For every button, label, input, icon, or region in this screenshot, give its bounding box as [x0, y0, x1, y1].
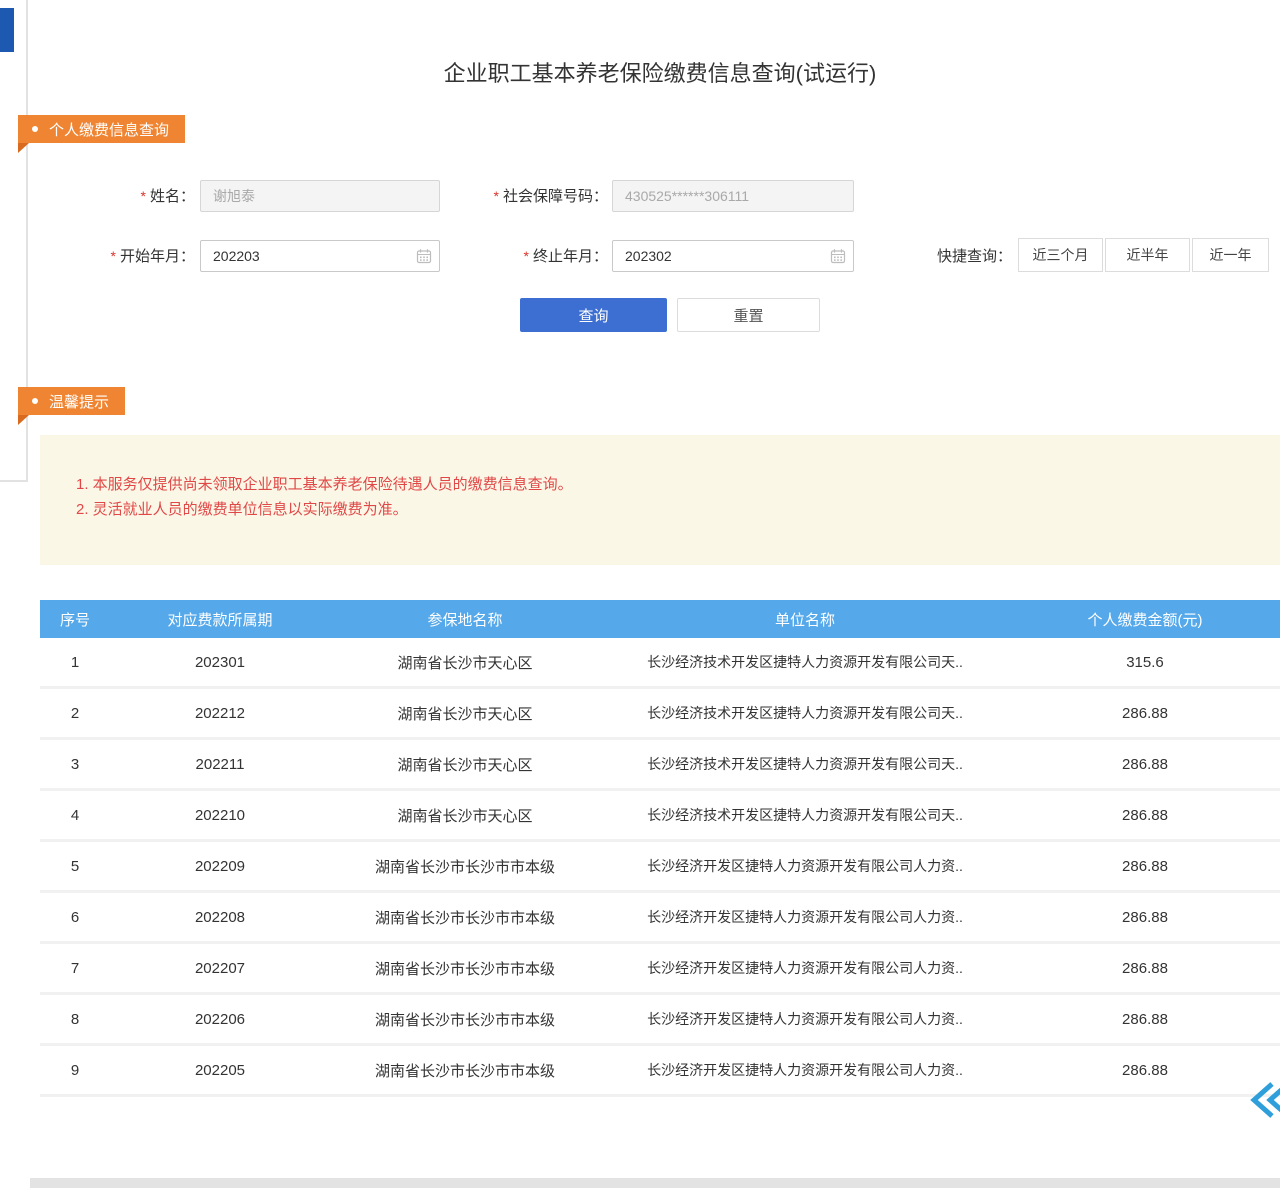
cell-region: 湖南省长沙市天心区	[330, 740, 600, 788]
start-month-input[interactable]	[200, 240, 440, 272]
table-row: 1 202301 湖南省长沙市天心区 长沙经济技术开发区捷特人力资源开发有限公司…	[40, 638, 1280, 689]
cell-amount: 286.88	[1010, 944, 1280, 992]
left-edge-blue-tab[interactable]	[0, 8, 14, 52]
section-badge-label: 温馨提示	[49, 391, 109, 412]
required-asterisk: *	[524, 248, 529, 264]
payment-table: 序号 对应费款所属期 参保地名称 单位名称 个人缴费金额(元) 1 202301…	[40, 600, 1280, 1097]
cell-seq: 6	[40, 893, 110, 941]
col-header-employer: 单位名称	[600, 600, 1010, 638]
section-badge-tips: 温馨提示	[18, 387, 125, 415]
section-badge-personal-query: 个人缴费信息查询	[18, 115, 185, 143]
start-month-label: *开始年月：	[78, 240, 195, 272]
name-input	[200, 180, 440, 212]
cell-region: 湖南省长沙市长沙市市本级	[330, 893, 600, 941]
cell-seq: 3	[40, 740, 110, 788]
cell-region: 湖南省长沙市天心区	[330, 638, 600, 686]
cell-period: 202212	[110, 689, 330, 737]
quick-btn-last-year[interactable]: 近一年	[1192, 238, 1269, 272]
reset-button[interactable]: 重置	[677, 298, 820, 332]
ssn-label: *社会保障号码：	[450, 180, 608, 212]
page-title: 企业职工基本养老保险缴费信息查询(试运行)	[40, 56, 1280, 88]
bullet-dot-icon	[32, 398, 38, 404]
cell-employer: 长沙经济开发区捷特人力资源开发有限公司人力资..	[600, 893, 1010, 941]
cell-seq: 1	[40, 638, 110, 686]
cell-seq: 8	[40, 995, 110, 1043]
cell-period: 202211	[110, 740, 330, 788]
bullet-dot-icon	[32, 126, 38, 132]
cell-period: 202209	[110, 842, 330, 890]
notice-line: 2. 灵活就业人员的缴费单位信息以实际缴费为准。	[76, 497, 1260, 522]
col-header-region: 参保地名称	[330, 600, 600, 638]
cell-region: 湖南省长沙市天心区	[330, 791, 600, 839]
end-month-input[interactable]	[612, 240, 854, 272]
cell-period: 202206	[110, 995, 330, 1043]
quick-query-group: 近三个月 近半年 近一年	[1018, 238, 1269, 272]
table-header-row: 序号 对应费款所属期 参保地名称 单位名称 个人缴费金额(元)	[40, 600, 1280, 638]
table-row: 4 202210 湖南省长沙市天心区 长沙经济技术开发区捷特人力资源开发有限公司…	[40, 791, 1280, 842]
col-header-period: 对应费款所属期	[110, 600, 330, 638]
table-row: 9 202205 湖南省长沙市长沙市市本级 长沙经济开发区捷特人力资源开发有限公…	[40, 1046, 1280, 1097]
required-asterisk: *	[141, 188, 146, 204]
cell-amount: 286.88	[1010, 791, 1280, 839]
cell-amount: 286.88	[1010, 842, 1280, 890]
required-asterisk: *	[494, 188, 499, 204]
table-row: 5 202209 湖南省长沙市长沙市市本级 长沙经济开发区捷特人力资源开发有限公…	[40, 842, 1280, 893]
cell-region: 湖南省长沙市长沙市市本级	[330, 1046, 600, 1094]
cell-seq: 7	[40, 944, 110, 992]
cell-period: 202205	[110, 1046, 330, 1094]
cell-period: 202207	[110, 944, 330, 992]
cell-seq: 2	[40, 689, 110, 737]
query-button[interactable]: 查询	[520, 298, 667, 332]
cell-seq: 5	[40, 842, 110, 890]
cell-employer: 长沙经济开发区捷特人力资源开发有限公司人力资..	[600, 842, 1010, 890]
cell-employer: 长沙经济开发区捷特人力资源开发有限公司人力资..	[600, 1046, 1010, 1094]
name-input-wrap	[200, 180, 440, 212]
notice-line: 1. 本服务仅提供尚未领取企业职工基本养老保险待遇人员的缴费信息查询。	[76, 472, 1260, 497]
quick-btn-last-half-year[interactable]: 近半年	[1105, 238, 1190, 272]
cell-employer: 长沙经济技术开发区捷特人力资源开发有限公司天..	[600, 638, 1010, 686]
cell-amount: 286.88	[1010, 689, 1280, 737]
cell-employer: 长沙经济技术开发区捷特人力资源开发有限公司天..	[600, 689, 1010, 737]
cell-period: 202210	[110, 791, 330, 839]
table-row: 2 202212 湖南省长沙市天心区 长沙经济技术开发区捷特人力资源开发有限公司…	[40, 689, 1280, 740]
section-badge-label: 个人缴费信息查询	[49, 119, 169, 140]
cell-region: 湖南省长沙市长沙市市本级	[330, 842, 600, 890]
table-row: 7 202207 湖南省长沙市长沙市市本级 长沙经济开发区捷特人力资源开发有限公…	[40, 944, 1280, 995]
required-asterisk: *	[111, 248, 116, 264]
cell-seq: 4	[40, 791, 110, 839]
cell-employer: 长沙经济技术开发区捷特人力资源开发有限公司天..	[600, 740, 1010, 788]
cell-amount: 315.6	[1010, 638, 1280, 686]
ssn-input	[612, 180, 854, 212]
col-header-seq: 序号	[40, 600, 110, 638]
end-month-label: *终止年月：	[488, 240, 608, 272]
cell-employer: 长沙经济开发区捷特人力资源开发有限公司人力资..	[600, 995, 1010, 1043]
table-row: 6 202208 湖南省长沙市长沙市市本级 长沙经济开发区捷特人力资源开发有限公…	[40, 893, 1280, 944]
cell-amount: 286.88	[1010, 995, 1280, 1043]
cell-period: 202208	[110, 893, 330, 941]
cell-seq: 9	[40, 1046, 110, 1094]
cell-region: 湖南省长沙市长沙市市本级	[330, 995, 600, 1043]
quick-query-label: 快捷查询：	[928, 240, 1012, 274]
double-chevron-left-icon[interactable]	[1248, 1080, 1280, 1120]
cell-region: 湖南省长沙市长沙市市本级	[330, 944, 600, 992]
end-month-input-wrap	[612, 240, 854, 272]
cell-amount: 286.88	[1010, 1046, 1280, 1094]
calendar-icon[interactable]	[416, 248, 432, 264]
cell-amount: 286.88	[1010, 740, 1280, 788]
name-label: *姓名：	[95, 180, 195, 212]
table-row: 3 202211 湖南省长沙市天心区 长沙经济技术开发区捷特人力资源开发有限公司…	[40, 740, 1280, 791]
cell-employer: 长沙经济开发区捷特人力资源开发有限公司人力资..	[600, 944, 1010, 992]
cell-region: 湖南省长沙市天心区	[330, 689, 600, 737]
col-header-amount: 个人缴费金额(元)	[1010, 600, 1280, 638]
cell-amount: 286.88	[1010, 893, 1280, 941]
notice-box: 1. 本服务仅提供尚未领取企业职工基本养老保险待遇人员的缴费信息查询。 2. 灵…	[40, 435, 1280, 565]
cell-period: 202301	[110, 638, 330, 686]
start-month-input-wrap	[200, 240, 440, 272]
cell-employer: 长沙经济技术开发区捷特人力资源开发有限公司天..	[600, 791, 1010, 839]
quick-btn-last-3-months[interactable]: 近三个月	[1018, 238, 1103, 272]
ssn-input-wrap	[612, 180, 854, 212]
bottom-scroll-strip[interactable]	[30, 1178, 1280, 1188]
calendar-icon[interactable]	[830, 248, 846, 264]
table-row: 8 202206 湖南省长沙市长沙市市本级 长沙经济开发区捷特人力资源开发有限公…	[40, 995, 1280, 1046]
